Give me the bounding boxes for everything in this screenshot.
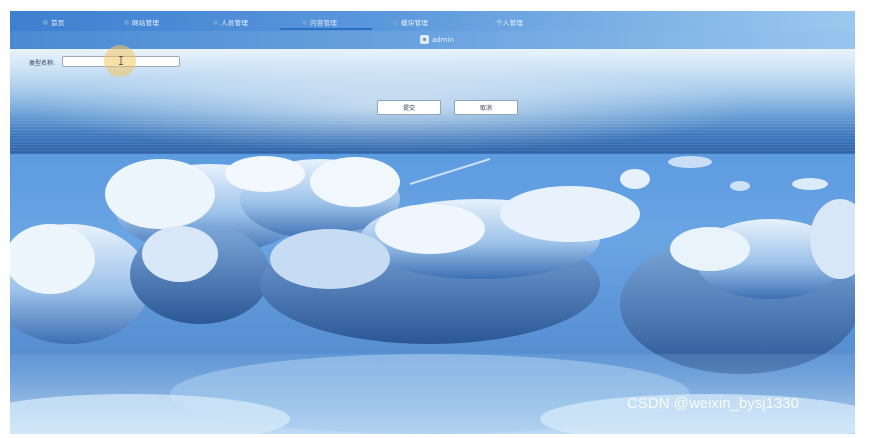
nav-item-content-management[interactable]: 内容管理 xyxy=(302,15,337,29)
nav-item-personnel-management[interactable]: 人员管理 xyxy=(213,15,248,29)
submit-button[interactable]: 提交 xyxy=(377,100,441,115)
type-name-label: 类型名称: xyxy=(29,60,56,67)
top-navigation: 首页 网站管理 人员管理 内容管理 模块管理 个人管理 xyxy=(10,11,855,31)
cloud-background xyxy=(10,154,855,434)
nav-item-site-management[interactable]: 网站管理 xyxy=(124,15,159,29)
nav-item-label: 内容管理 xyxy=(310,19,338,27)
text-cursor-icon xyxy=(119,56,123,65)
cloud-illustration xyxy=(10,156,855,434)
nav-item-label: 个人管理 xyxy=(496,19,524,27)
profile-icon xyxy=(488,19,493,25)
nav-item-module-management[interactable]: 模块管理 xyxy=(393,15,428,29)
user-icon xyxy=(213,19,218,25)
nav-item-home[interactable]: 首页 xyxy=(43,15,65,29)
sea-texture xyxy=(10,119,855,154)
avatar-icon xyxy=(420,35,429,44)
username: admin xyxy=(432,35,454,44)
active-tab-underline xyxy=(280,28,372,30)
form-panel: 类型名称: 提交 取消 xyxy=(10,45,855,154)
content-icon xyxy=(302,19,307,25)
app-window: 首页 网站管理 人员管理 内容管理 模块管理 个人管理 admin 类型名称: … xyxy=(10,11,855,434)
nav-item-personal-management[interactable]: 个人管理 xyxy=(488,15,523,29)
site-icon xyxy=(124,19,129,25)
nav-item-label: 模块管理 xyxy=(401,19,429,27)
nav-item-label: 人员管理 xyxy=(221,19,249,27)
module-icon xyxy=(393,19,398,25)
watermark-text: CSDN @weixin_bysj1330 xyxy=(627,395,799,412)
cancel-button[interactable]: 取消 xyxy=(454,100,518,115)
home-icon xyxy=(43,19,48,25)
user-menu[interactable]: admin xyxy=(420,35,454,44)
nav-item-label: 首页 xyxy=(51,19,65,27)
nav-item-label: 网站管理 xyxy=(132,19,160,27)
user-bar: admin xyxy=(10,31,855,49)
